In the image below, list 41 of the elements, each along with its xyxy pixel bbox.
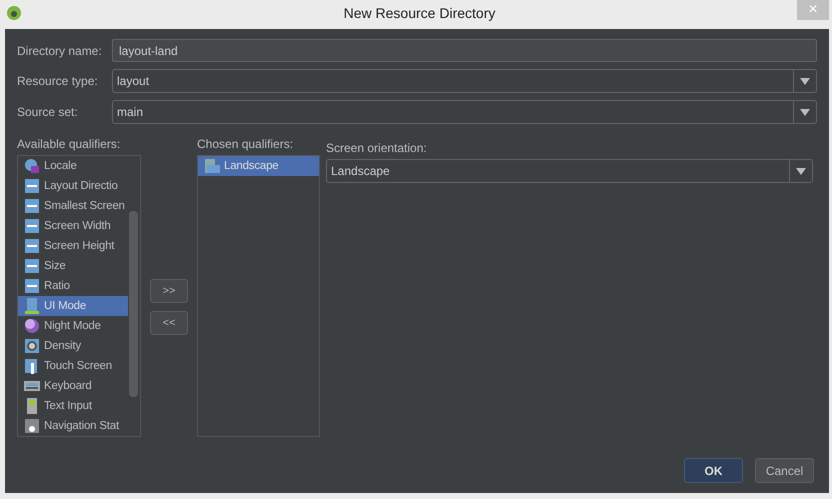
density-icon — [24, 338, 40, 354]
list-item[interactable]: Screen Width — [18, 216, 128, 236]
list-label: Chosen qualifiers: — [197, 137, 294, 151]
input-field[interactable]: layout-land — [112, 39, 817, 62]
list-item[interactable]: Ratio — [18, 276, 128, 296]
dropdown-arrow-icon — [800, 108, 810, 116]
list-item[interactable]: Locale — [18, 156, 128, 176]
dropdown[interactable]: main — [112, 100, 817, 124]
list-label: Available qualifiers: — [17, 137, 122, 151]
list-item[interactable]: Navigation Stat — [18, 416, 128, 436]
device-icon — [24, 298, 40, 314]
list-item[interactable]: Layout Directio — [18, 176, 128, 196]
phone-icon — [24, 398, 40, 414]
list-item[interactable]: Night Mode — [18, 316, 128, 336]
moon-icon — [24, 318, 40, 334]
list-item[interactable]: Size — [18, 256, 128, 276]
dropdown[interactable]: Landscape — [326, 159, 813, 183]
list-item[interactable]: Landscape — [198, 156, 319, 176]
list-item[interactable]: UI Mode — [18, 296, 128, 316]
field-label: Screen orientation: — [326, 141, 428, 155]
scrollbar[interactable] — [129, 211, 138, 397]
list-item[interactable]: Screen Height — [18, 236, 128, 256]
move-button[interactable]: << — [150, 311, 188, 335]
field-label: Source set: — [17, 105, 79, 119]
list-item[interactable]: Density — [18, 336, 128, 356]
field-label: Directory name: — [17, 44, 103, 58]
keyboard-icon — [24, 378, 40, 394]
move-button[interactable]: >> — [150, 279, 188, 303]
dropdown[interactable]: layout — [112, 69, 817, 93]
list-item[interactable]: Touch Screen — [18, 356, 128, 376]
dropdown-arrow-icon — [796, 168, 806, 174]
list-item[interactable]: Text Input — [18, 396, 128, 416]
cancel-button[interactable]: Cancel — [755, 458, 814, 483]
field-label: Resource type: — [17, 74, 99, 88]
window-title: New Resource Directory — [342, 5, 496, 21]
list-item[interactable]: Keyboard — [18, 376, 128, 396]
landscape-icon — [204, 158, 220, 174]
globe-icon — [24, 158, 40, 174]
ok-button[interactable]: OK — [684, 458, 743, 483]
list-item[interactable]: Smallest Screen — [18, 196, 128, 216]
dropdown-arrow-icon — [800, 78, 810, 84]
